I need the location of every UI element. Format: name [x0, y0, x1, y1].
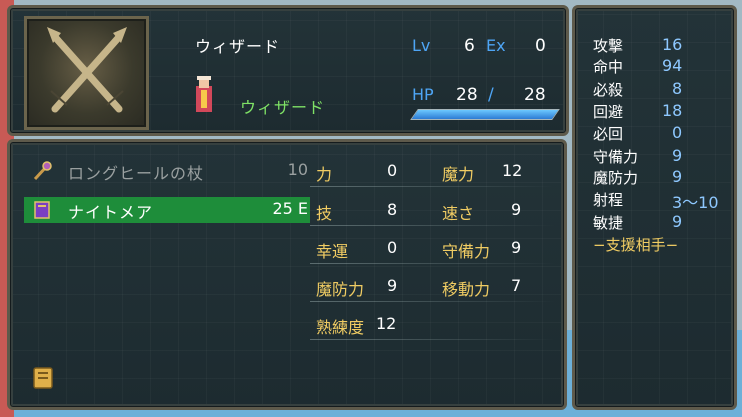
combat-value-hit: 94 [662, 56, 683, 75]
unit-info-panel: ウィザード ウィザード Lv 6 Ex 0 HP 28 / 28 [7, 5, 569, 136]
hp-bar-fill [411, 110, 559, 119]
divider [310, 339, 555, 340]
class-name: ウィザード [240, 98, 326, 117]
level-value: 6 [464, 36, 475, 56]
item-uses: 10 [287, 160, 308, 179]
stat-value-mag: 12 [502, 161, 523, 180]
combat-value-agi: 9 [672, 212, 683, 231]
portrait-frame [24, 16, 149, 130]
hp-label: HP [412, 85, 434, 104]
hp-bar [410, 109, 560, 120]
level-label: Lv [412, 36, 431, 55]
stat-value-mov: 7 [511, 276, 522, 295]
combat-label-def: 守備力 [593, 148, 639, 166]
divider [310, 186, 555, 187]
combat-value-ddg: 0 [672, 123, 683, 142]
stat-value-spd: 9 [511, 200, 522, 219]
stat-label-res: 魔防力 [316, 280, 365, 299]
unit-sprite-icon [190, 74, 218, 114]
divider [310, 225, 555, 226]
stat-label-mag: 魔力 [442, 165, 475, 184]
book-icon[interactable] [32, 366, 54, 390]
hp-slash: / [488, 85, 494, 105]
staff-icon [33, 161, 52, 181]
item-name: ロングヒールの杖 [68, 164, 205, 183]
combat-value-crit: 8 [672, 79, 683, 98]
support-title: −支援相手− [593, 236, 679, 254]
combat-label-res: 魔防力 [593, 169, 639, 187]
stat-value-str: 0 [387, 161, 398, 180]
stat-value-skl: 8 [387, 200, 398, 219]
tome-icon [34, 201, 50, 219]
stat-value-def: 9 [511, 238, 522, 257]
combat-label-atk: 攻撃 [593, 37, 624, 55]
stat-value-res: 9 [387, 276, 398, 295]
stat-label-lck: 幸運 [316, 242, 349, 261]
exp-label: Ex [486, 36, 506, 55]
stat-label-def: 守備力 [442, 242, 491, 261]
hp-current: 28 [456, 85, 478, 105]
combat-label-avo: 回避 [593, 103, 624, 121]
combat-label-hit: 命中 [593, 58, 624, 76]
item-row[interactable]: ロングヒールの杖 10 [24, 158, 310, 184]
item-name: ナイトメア [68, 203, 154, 222]
combat-value-atk: 16 [662, 35, 683, 54]
stat-label-str: 力 [316, 165, 333, 184]
crossed-swords-icon [47, 27, 127, 113]
combat-value-res: 9 [672, 167, 683, 186]
stat-label-skl: 技 [316, 204, 333, 223]
stat-label-wlv: 熟練度 [316, 318, 365, 337]
divider [310, 301, 555, 302]
combat-stats-panel: 攻撃 16 命中 94 必殺 8 回避 18 必回 0 守備力 9 魔防力 9 … [572, 5, 737, 410]
stat-label-mov: 移動力 [442, 280, 491, 299]
combat-value-rng: 3〜10 [672, 193, 719, 212]
combat-label-ddg: 必回 [593, 125, 624, 143]
unit-name: ウィザード [195, 37, 281, 56]
hp-max: 28 [524, 85, 546, 105]
combat-label-rng: 射程 [593, 191, 624, 209]
stat-label-spd: 速さ [442, 204, 475, 223]
items-stats-panel: ロングヒールの杖 10 ナイトメア 25 E 力 0 魔力 12 技 8 速さ … [7, 139, 567, 410]
combat-value-def: 9 [672, 146, 683, 165]
stat-value-lck: 0 [387, 238, 398, 257]
exp-value: 0 [535, 36, 546, 56]
divider [310, 263, 555, 264]
combat-label-agi: 敏捷 [593, 214, 624, 232]
item-row-selected[interactable]: ナイトメア 25 E [24, 197, 310, 223]
combat-label-crit: 必殺 [593, 81, 624, 99]
item-uses: 25 E [272, 199, 308, 218]
stat-value-wlv: 12 [376, 314, 397, 333]
combat-value-avo: 18 [662, 101, 683, 120]
